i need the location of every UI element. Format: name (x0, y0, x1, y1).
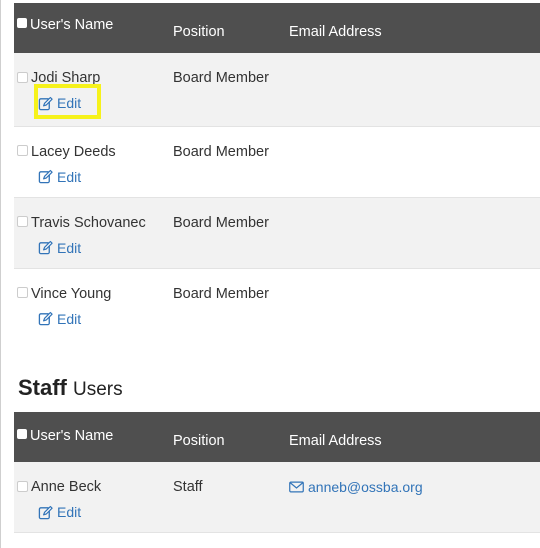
edit-icon (38, 311, 53, 326)
edit-button[interactable]: Edit (38, 169, 81, 185)
header-users-name[interactable]: User's Name (14, 3, 173, 53)
edit-label: Edit (57, 310, 82, 327)
table-row: Lacey Deeds Edit Board Member (14, 126, 540, 197)
page-left-border (0, 0, 1, 548)
row-checkbox[interactable] (17, 145, 28, 157)
header-email: Email Address (289, 433, 382, 449)
edit-button[interactable]: Edit (38, 95, 81, 111)
edit-button[interactable]: Edit (38, 504, 81, 520)
edit-button[interactable]: Edit (38, 240, 81, 256)
row-checkbox[interactable] (17, 216, 28, 228)
header-position: Position (173, 24, 225, 40)
user-position: Board Member (173, 285, 269, 302)
user-position: Board Member (173, 143, 269, 160)
email-link[interactable]: anneb@ossba.org (289, 479, 423, 495)
edit-label: Edit (57, 168, 82, 185)
user-name: Anne Beck (31, 479, 102, 495)
header-users-name[interactable]: User's Name (14, 412, 173, 462)
email-text: anneb@ossba.org (308, 479, 423, 495)
edit-icon (38, 505, 53, 519)
table-row: Jodi Sharp Edit Board Member (14, 53, 540, 126)
user-position: Board Member (173, 70, 269, 86)
edit-button[interactable]: Edit (38, 311, 81, 327)
staff-users-heading: Staff Users (18, 375, 123, 401)
heading-strong: Staff (18, 375, 67, 400)
row-checkbox[interactable] (17, 480, 28, 492)
user-email (289, 197, 540, 268)
row-checkbox[interactable] (17, 71, 28, 83)
edit-icon (38, 240, 53, 255)
table-row: Vince Young Edit Board Member (14, 268, 540, 340)
user-name: Travis Schovanec (31, 214, 146, 231)
envelope-icon (289, 481, 304, 493)
user-name: Vince Young (31, 285, 112, 302)
user-position: Staff (173, 479, 203, 495)
edit-label: Edit (57, 504, 82, 520)
edit-label: Edit (57, 239, 82, 256)
table-header-row: User's Name Position Email Address (14, 3, 540, 53)
table-row: Anne Beck Edit Staff anneb@ossba.org (14, 462, 540, 532)
user-email (289, 268, 540, 340)
user-email (289, 126, 540, 197)
user-name: Lacey Deeds (31, 143, 116, 160)
heading-rest: Users (73, 379, 123, 400)
user-position: Board Member (173, 214, 269, 231)
header-position: Position (173, 433, 225, 449)
select-all-checkbox[interactable] (17, 18, 27, 29)
header-email: Email Address (289, 24, 382, 40)
select-all-checkbox[interactable] (17, 429, 27, 440)
staff-users-table: User's Name Position Email Address Anne … (14, 412, 540, 533)
board-users-table: User's Name Position Email Address Jodi … (14, 3, 540, 340)
table-header-row: User's Name Position Email Address (14, 412, 540, 462)
user-email (289, 53, 540, 126)
user-name: Jodi Sharp (31, 70, 101, 86)
edit-icon (38, 169, 53, 184)
row-checkbox[interactable] (17, 287, 28, 299)
header-name-label: User's Name (30, 17, 114, 33)
table-row: Travis Schovanec Edit Board Member (14, 197, 540, 268)
header-name-label: User's Name (30, 428, 114, 444)
edit-icon (38, 96, 53, 110)
edit-label: Edit (57, 95, 82, 111)
